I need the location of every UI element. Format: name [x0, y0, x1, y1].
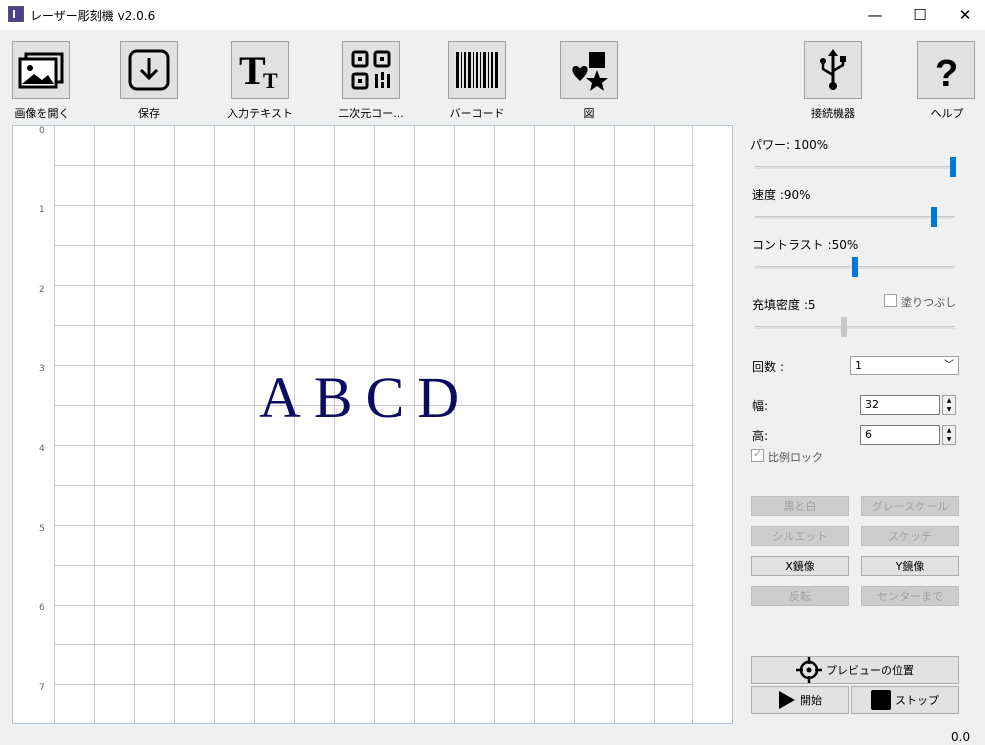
- barcode-button[interactable]: [448, 41, 506, 99]
- input-text-button[interactable]: T T: [231, 41, 289, 99]
- speed-slider-thumb[interactable]: [931, 207, 937, 227]
- ruler-label-5: 5: [39, 524, 45, 534]
- svg-text:T: T: [263, 68, 278, 92]
- svg-text:?: ?: [935, 53, 958, 92]
- close-button[interactable]: ✕: [942, 0, 985, 30]
- image-icon: [18, 52, 64, 89]
- question-icon: ?: [935, 53, 958, 92]
- shape-button[interactable]: [560, 41, 618, 99]
- width-label: 幅:: [752, 399, 769, 413]
- stop-icon: [871, 690, 891, 710]
- device-label: 接続機器: [811, 107, 855, 120]
- fill-checkbox-label: 塗りつぶし: [901, 296, 957, 309]
- fill-density-label: 充填密度 :5: [752, 298, 816, 312]
- help-button[interactable]: ?: [917, 41, 975, 99]
- height-input[interactable]: 6: [860, 425, 940, 445]
- help-label: ヘルプ: [930, 107, 964, 120]
- ruler-label-2: 2: [39, 285, 45, 295]
- spin-up-icon[interactable]: ▲: [943, 396, 955, 405]
- count-label: 回数 :: [752, 360, 784, 374]
- ruler-label-3: 3: [39, 364, 45, 374]
- height-spinner[interactable]: ▲ ▼: [942, 425, 956, 445]
- status-readout: 0.0: [951, 730, 971, 744]
- width-spinner[interactable]: ▲ ▼: [942, 395, 956, 415]
- title-bar: レーザー彫刻機 v2.0.6 — ☐ ✕: [0, 0, 985, 30]
- preview-position-label: プレビューの位置: [826, 664, 914, 677]
- shapes-icon: [572, 52, 608, 91]
- power-slider[interactable]: [755, 166, 955, 169]
- device-button[interactable]: [804, 41, 862, 99]
- engraving-canvas[interactable]: 0 1 2 3 4 5 6 7 ABCD: [12, 125, 733, 724]
- fill-density-slider-thumb: [841, 317, 847, 337]
- save-label: 保存: [138, 107, 160, 120]
- spin-down-icon[interactable]: ▼: [943, 405, 955, 414]
- center-button[interactable]: センターまで: [861, 586, 959, 606]
- silhouette-button[interactable]: シルエット: [751, 526, 849, 546]
- window-title: レーザー彫刻機 v2.0.6: [30, 9, 156, 23]
- start-label: 開始: [800, 694, 822, 707]
- fill-density-slider: [755, 326, 955, 329]
- download-icon: [128, 49, 170, 91]
- speed-label: 速度 :90%: [752, 188, 811, 202]
- start-button[interactable]: 開始: [751, 686, 849, 714]
- stop-label: ストップ: [895, 694, 939, 707]
- ruler-label-0: 0: [39, 126, 45, 136]
- text-icon: T T: [239, 48, 278, 92]
- preview-position-button[interactable]: プレビューの位置: [751, 656, 959, 684]
- ruler-label-7: 7: [39, 683, 45, 693]
- ruler-label-4: 4: [39, 444, 45, 454]
- ratio-lock-checkbox[interactable]: [751, 447, 764, 462]
- minimize-button[interactable]: —: [852, 0, 898, 30]
- qrcode-label: 二次元コー...: [338, 107, 404, 120]
- crosshair-icon: [796, 657, 822, 683]
- speed-slider[interactable]: [755, 216, 955, 219]
- barcode-icon: [456, 52, 498, 88]
- count-select[interactable]: 1 ﹀: [850, 356, 959, 375]
- save-button[interactable]: [120, 41, 178, 99]
- app-icon: [8, 6, 24, 22]
- sketch-button[interactable]: スケッチ: [861, 526, 959, 546]
- fill-checkbox[interactable]: [884, 294, 897, 307]
- maximize-button[interactable]: ☐: [897, 0, 943, 30]
- input-text-label: 入力テキスト: [227, 107, 293, 120]
- shape-label: 図: [583, 107, 595, 120]
- svg-text:T: T: [239, 48, 266, 92]
- contrast-slider-thumb[interactable]: [852, 257, 858, 277]
- black-white-button[interactable]: 黒と白: [751, 496, 849, 516]
- count-select-value: 1: [855, 359, 862, 372]
- chevron-down-icon: ﹀: [944, 360, 954, 371]
- open-image-label: 画像を開く: [14, 107, 70, 120]
- engraving-text[interactable]: ABCD: [259, 364, 472, 431]
- stop-button[interactable]: ストップ: [851, 686, 959, 714]
- y-mirror-button[interactable]: Y鏡像: [861, 556, 959, 576]
- ratio-lock-label: 比例ロック: [768, 451, 823, 464]
- grayscale-button[interactable]: グレースケール: [861, 496, 959, 516]
- play-icon: [779, 691, 795, 709]
- ruler-label-1: 1: [39, 205, 45, 215]
- barcode-label: バーコード: [449, 107, 505, 120]
- spin-up-icon[interactable]: ▲: [943, 426, 955, 435]
- invert-button[interactable]: 反転: [751, 586, 849, 606]
- spin-down-icon[interactable]: ▼: [943, 435, 955, 444]
- x-mirror-button[interactable]: X鏡像: [751, 556, 849, 576]
- contrast-label: コントラスト :50%: [752, 238, 859, 252]
- power-label: パワー: 100%: [750, 138, 829, 152]
- ruler-label-6: 6: [39, 603, 45, 613]
- qrcode-button[interactable]: [342, 41, 400, 99]
- usb-icon: [820, 49, 846, 90]
- qrcode-icon: [351, 50, 391, 90]
- open-image-button[interactable]: [12, 41, 70, 99]
- power-slider-thumb[interactable]: [950, 157, 956, 177]
- width-input[interactable]: 32: [860, 395, 940, 415]
- height-label: 高:: [752, 429, 769, 443]
